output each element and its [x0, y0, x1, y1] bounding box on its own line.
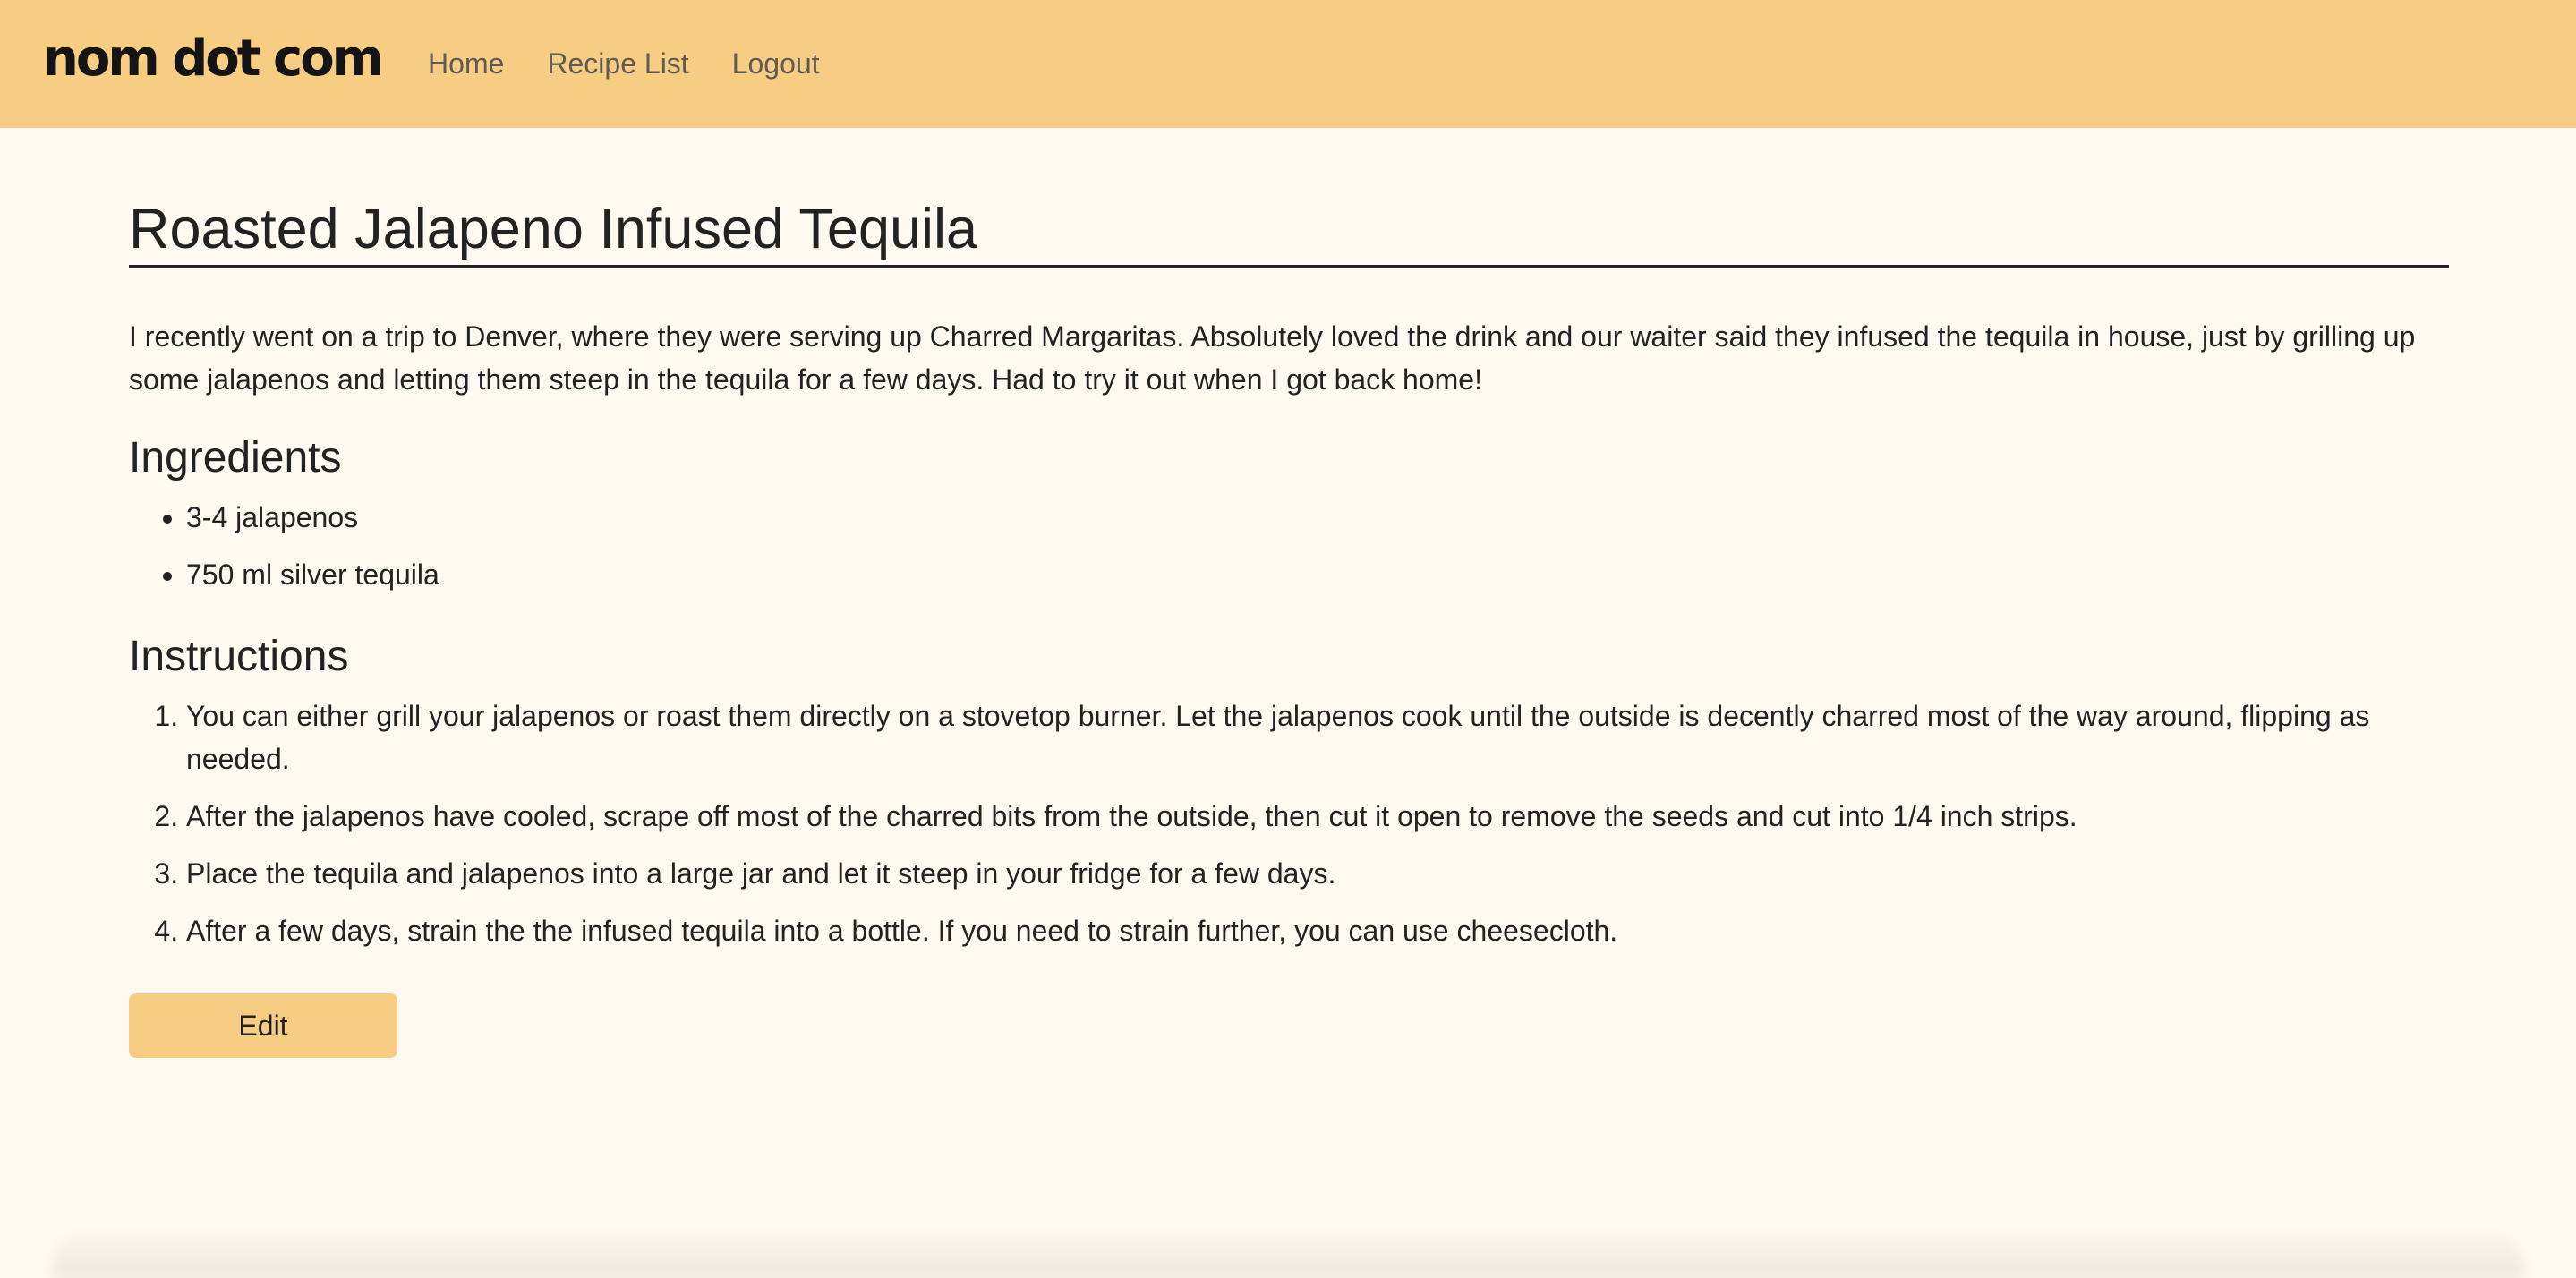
edit-button[interactable]: Edit — [129, 993, 397, 1058]
instructions-list: You can either grill your jalapenos or r… — [129, 694, 2449, 952]
top-navbar: nom dot com Home Recipe List Logout — [0, 0, 2576, 128]
instruction-step: After a few days, strain the the infused… — [186, 909, 2449, 952]
main-nav: Home Recipe List Logout — [428, 47, 863, 81]
ingredient-item: 750 ml silver tequila — [186, 553, 2449, 596]
ingredients-list: 3-4 jalapenos 750 ml silver tequila — [129, 496, 2449, 596]
recipe-content: Roasted Jalapeno Infused Tequila I recen… — [129, 128, 2449, 1058]
recipe-title: Roasted Jalapeno Infused Tequila — [129, 201, 2449, 268]
instruction-step: Place the tequila and jalapenos into a l… — [186, 852, 2449, 895]
nav-link-home[interactable]: Home — [428, 47, 504, 81]
recipe-description: I recently went on a trip to Denver, whe… — [129, 320, 2416, 396]
ingredient-item: 3-4 jalapenos — [186, 496, 2449, 539]
brand-logo[interactable]: nom dot com — [43, 33, 384, 84]
nav-link-recipe-list[interactable]: Recipe List — [547, 47, 688, 81]
instruction-step: After the jalapenos have cooled, scrape … — [186, 795, 2449, 838]
instructions-heading: Instructions — [129, 633, 349, 680]
bottom-shadow-panel — [54, 1230, 2522, 1278]
nav-link-logout[interactable]: Logout — [732, 47, 820, 81]
ingredients-heading: Ingredients — [129, 434, 342, 481]
instruction-step: You can either grill your jalapenos or r… — [186, 694, 2449, 780]
